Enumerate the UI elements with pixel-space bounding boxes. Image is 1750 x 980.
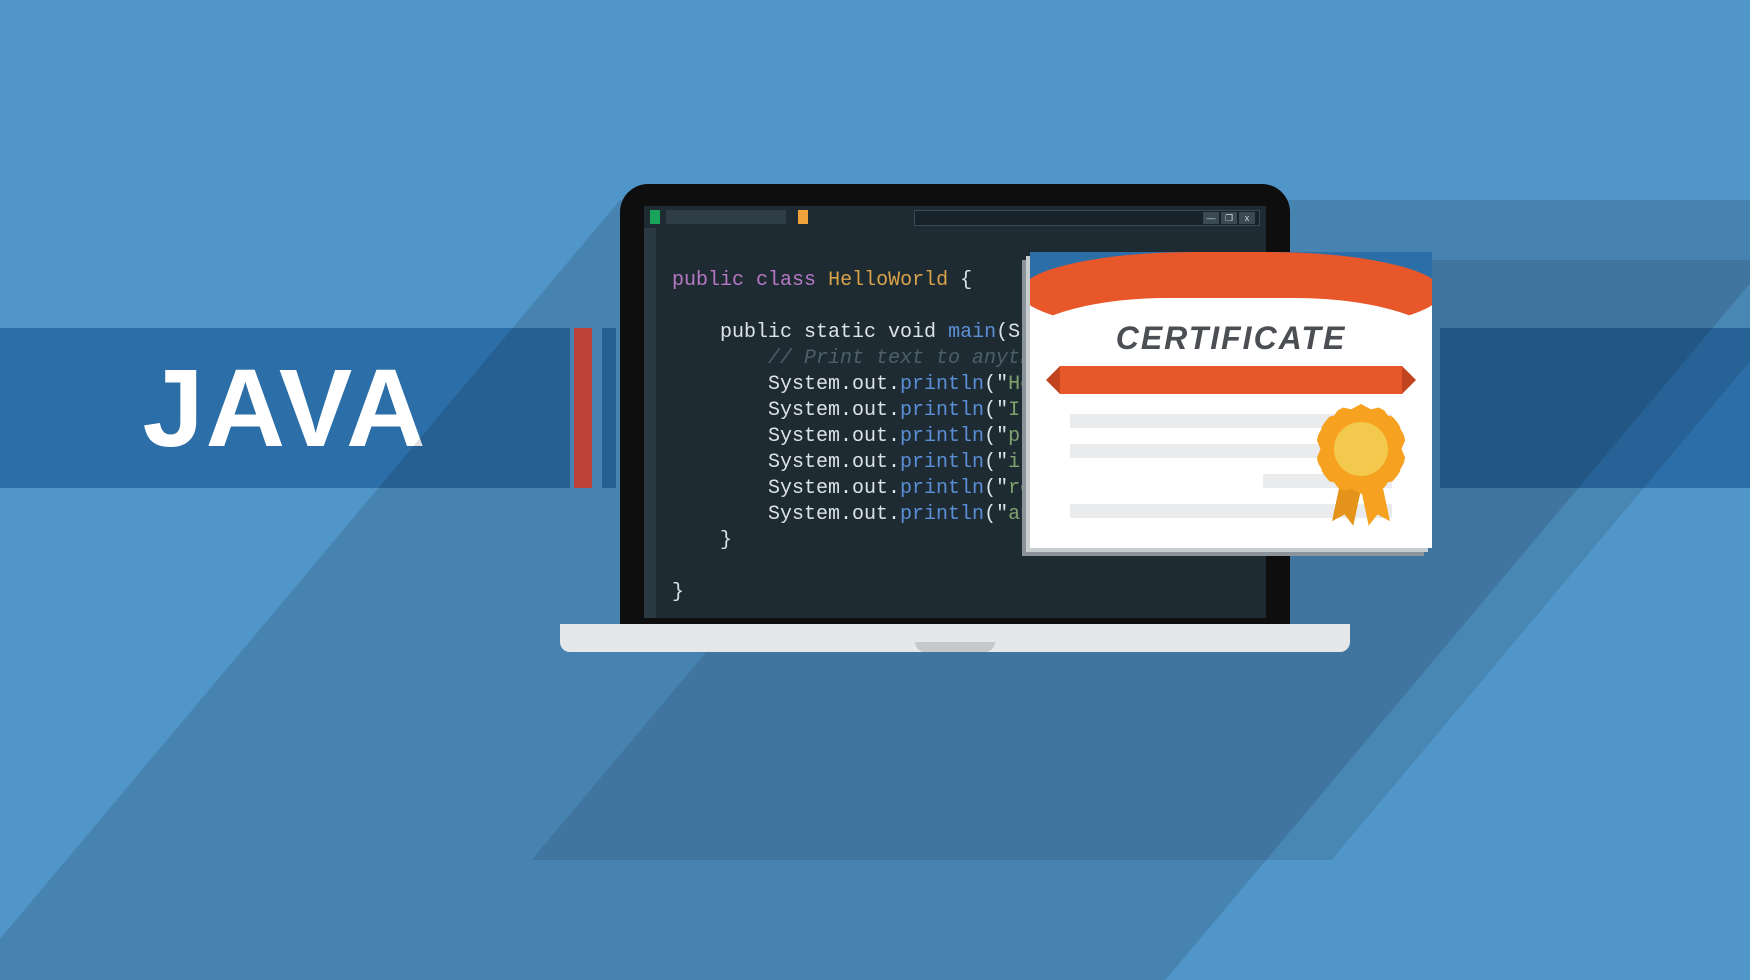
brace-close-outer: } bbox=[672, 581, 684, 604]
java-ribbon: JAVA bbox=[0, 328, 616, 488]
tab-indicator-orange bbox=[798, 210, 808, 224]
paren-4: (" bbox=[984, 451, 1008, 474]
seal-inner bbox=[1334, 422, 1388, 476]
certificate-seal-icon bbox=[1316, 404, 1406, 494]
paren-6: (" bbox=[984, 503, 1008, 526]
class-name: HelloWorld bbox=[828, 269, 948, 292]
sysout-1a: System.out. bbox=[768, 373, 900, 396]
paren-1: (" bbox=[984, 373, 1008, 396]
paren-2: (" bbox=[984, 399, 1008, 422]
method-main: main bbox=[948, 321, 996, 344]
paren-3: (" bbox=[984, 425, 1008, 448]
println-3: println bbox=[900, 425, 984, 448]
method-modifiers: public static void bbox=[720, 321, 948, 344]
close-icon[interactable]: x bbox=[1239, 212, 1255, 224]
tab-indicator-green bbox=[650, 210, 660, 224]
ribbon-right-segment bbox=[1440, 328, 1750, 488]
certificate-title: CERTIFICATE bbox=[1030, 320, 1432, 357]
sysout-4a: System.out. bbox=[768, 451, 900, 474]
brace-close-inner: } bbox=[720, 529, 732, 552]
java-title: JAVA bbox=[142, 345, 427, 472]
certificate-card: CERTIFICATE bbox=[1030, 252, 1432, 548]
println-6: println bbox=[900, 503, 984, 526]
println-1: println bbox=[900, 373, 984, 396]
minimize-icon[interactable]: — bbox=[1203, 212, 1219, 224]
sysout-5a: System.out. bbox=[768, 477, 900, 500]
brace-open: { bbox=[948, 269, 972, 292]
editor-gutter bbox=[644, 228, 656, 618]
certificate-ribbon bbox=[1060, 366, 1402, 394]
println-2: println bbox=[900, 399, 984, 422]
keyword-public: public bbox=[672, 269, 744, 292]
println-4: println bbox=[900, 451, 984, 474]
sysout-2a: System.out. bbox=[768, 399, 900, 422]
certificate-header bbox=[1030, 252, 1432, 292]
editor-tab-bar: — ❐ x bbox=[644, 206, 1266, 228]
sysout-3a: System.out. bbox=[768, 425, 900, 448]
active-tab bbox=[666, 210, 786, 224]
laptop-notch bbox=[915, 642, 995, 652]
ribbon-slice bbox=[602, 328, 616, 488]
certificate-stack: CERTIFICATE bbox=[1030, 252, 1432, 548]
maximize-icon[interactable]: ❐ bbox=[1221, 212, 1237, 224]
println-5: println bbox=[900, 477, 984, 500]
paren-5: (" bbox=[984, 477, 1008, 500]
code-block: public class HelloWorld { public static … bbox=[672, 268, 1080, 606]
ribbon-red-stripe bbox=[574, 328, 592, 488]
keyword-class: class bbox=[756, 269, 816, 292]
java-ribbon-main: JAVA bbox=[0, 328, 570, 488]
sysout-6a: System.out. bbox=[768, 503, 900, 526]
window-titlebar: — ❐ x bbox=[914, 210, 1260, 226]
